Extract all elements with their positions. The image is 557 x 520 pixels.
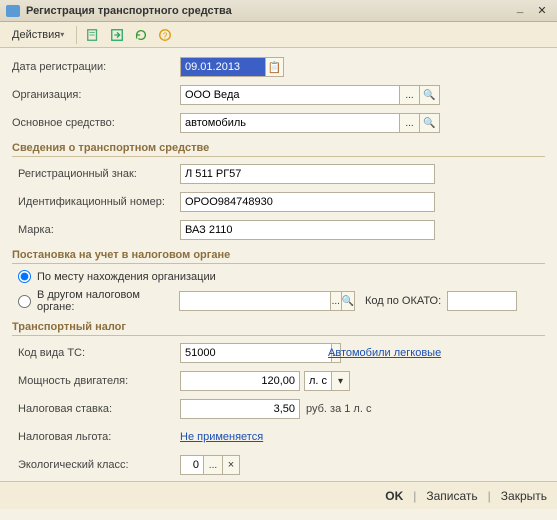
eco-class-label: Экологический класс: <box>18 459 180 471</box>
other-tax-org-search-icon[interactable]: 🔍 <box>342 291 355 311</box>
asset-search-icon[interactable]: 🔍 <box>420 113 440 133</box>
org-input[interactable] <box>180 85 400 105</box>
brand-label: Марка: <box>18 224 180 236</box>
tax-benefit-label: Налоговая льгота: <box>18 431 180 443</box>
radio-other-org[interactable] <box>18 295 31 308</box>
go-icon[interactable] <box>107 25 127 45</box>
calendar-icon[interactable]: 📋 <box>266 57 284 77</box>
tax-rate-input[interactable] <box>180 399 300 419</box>
asset-select-button[interactable]: ... <box>400 113 420 133</box>
other-tax-org-input[interactable] <box>179 291 331 311</box>
power-unit-input[interactable] <box>304 371 332 391</box>
report-icon[interactable] <box>83 25 103 45</box>
toolbar: Действия ? <box>0 22 557 48</box>
vehicle-type-name-link[interactable]: Автомобили легковые <box>328 347 441 359</box>
okato-input[interactable] <box>447 291 517 311</box>
eco-class-clear-button[interactable]: × <box>223 455 240 475</box>
org-search-icon[interactable]: 🔍 <box>420 85 440 105</box>
reg-plate-label: Регистрационный знак: <box>18 168 180 180</box>
org-select-button[interactable]: ... <box>400 85 420 105</box>
section-transport-tax: Транспортный налог <box>12 321 545 336</box>
vin-input[interactable] <box>180 192 435 212</box>
asset-label: Основное средство: <box>12 117 180 129</box>
section-vehicle-info: Сведения о транспортном средстве <box>12 142 545 157</box>
titlebar: Регистрация транспортного средства _ ✕ <box>0 0 557 22</box>
power-unit-dropdown[interactable]: ▾ <box>332 371 350 391</box>
tax-rate-label: Налоговая ставка: <box>18 403 180 415</box>
reg-date-label: Дата регистрации: <box>12 61 180 73</box>
radio-other-org-label: В другом налоговом органе: <box>37 289 173 313</box>
vehicle-type-code-input[interactable] <box>180 343 332 363</box>
section-tax-registration: Постановка на учет в налоговом органе <box>12 249 545 264</box>
okato-label: Код по ОКАТО: <box>365 295 441 307</box>
app-icon <box>6 5 20 17</box>
reg-plate-input[interactable] <box>180 164 435 184</box>
close-footer-button[interactable]: Закрыть <box>501 489 547 503</box>
radio-org-location-label: По месту нахождения организации <box>37 271 216 283</box>
refresh-icon[interactable] <box>131 25 151 45</box>
other-tax-org-select-button[interactable]: ... <box>331 291 342 311</box>
engine-power-input[interactable] <box>180 371 300 391</box>
minimize-button[interactable]: _ <box>511 4 529 18</box>
asset-input[interactable] <box>180 113 400 133</box>
actions-menu[interactable]: Действия <box>6 27 70 43</box>
close-button[interactable]: ✕ <box>533 4 551 18</box>
reg-date-input[interactable] <box>180 57 266 77</box>
org-label: Организация: <box>12 89 180 101</box>
radio-org-location[interactable] <box>18 270 31 283</box>
form-body: Дата регистрации: 📋 Организация: ... 🔍 О… <box>0 48 557 520</box>
save-button[interactable]: Записать <box>426 489 477 503</box>
vehicle-type-code-label: Код вида ТС: <box>18 347 180 359</box>
ok-button[interactable]: OK <box>385 489 403 503</box>
window-title: Регистрация транспортного средства <box>26 5 507 17</box>
svg-text:?: ? <box>163 31 168 40</box>
engine-power-label: Мощность двигателя: <box>18 375 180 387</box>
eco-class-input[interactable] <box>180 455 204 475</box>
footer: OK | Записать | Закрыть <box>0 481 557 509</box>
tax-rate-unit: руб. за 1 л. с <box>306 403 371 415</box>
tax-benefit-link[interactable]: Не применяется <box>180 431 263 443</box>
vin-label: Идентификационный номер: <box>18 196 180 208</box>
separator <box>76 26 77 44</box>
separator: | <box>488 489 491 503</box>
eco-class-select-button[interactable]: ... <box>204 455 223 475</box>
separator: | <box>413 489 416 503</box>
help-icon[interactable]: ? <box>155 25 175 45</box>
brand-input[interactable] <box>180 220 435 240</box>
